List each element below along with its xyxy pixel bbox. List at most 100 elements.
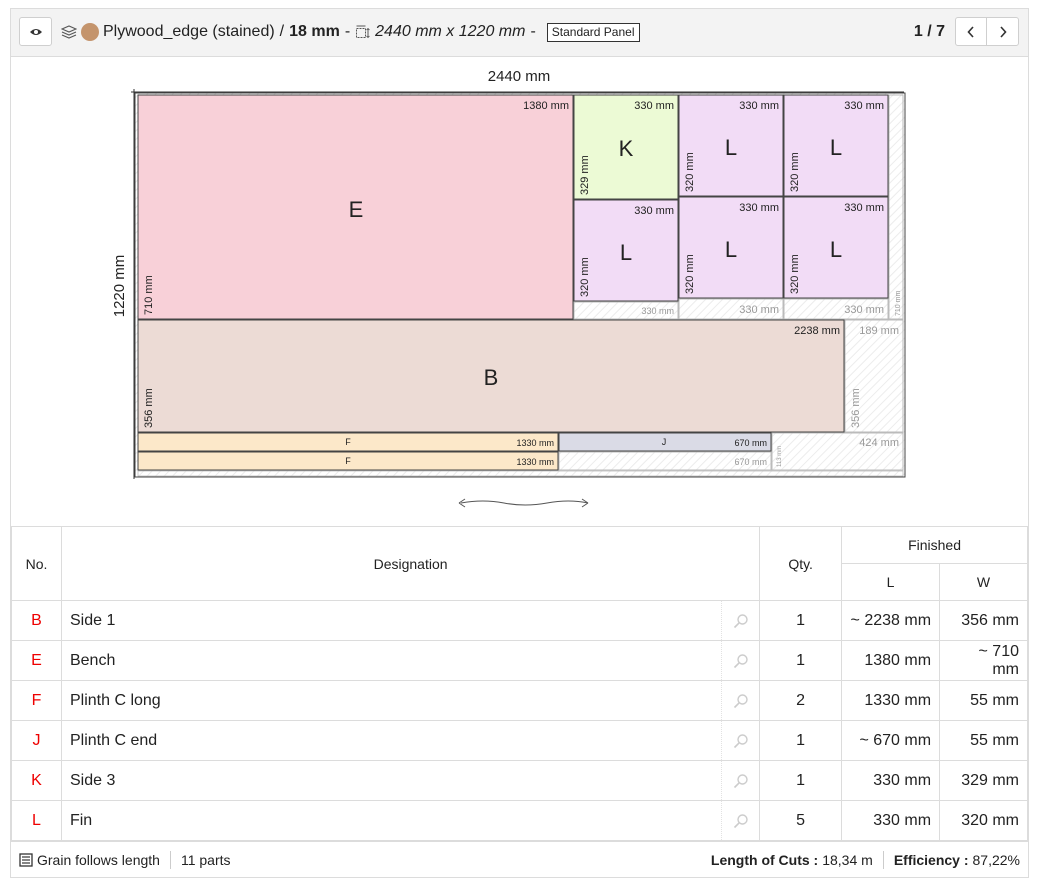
part-width-label: 320 mm [684, 152, 696, 192]
part-length-label: 330 mm [739, 100, 779, 112]
highlight-part-button[interactable] [721, 641, 759, 680]
cuts-length-value: 18,34 m [822, 851, 873, 868]
part-label: K [619, 136, 634, 161]
part-width: 356 mm [939, 600, 1028, 641]
part-length: ~ 2238 mm [841, 600, 941, 641]
part-width-label: 320 mm [789, 152, 801, 192]
offcut-length-label: 330 mm [739, 304, 779, 316]
search-icon [733, 613, 748, 628]
part-designation-cell: Side 3 [60, 760, 761, 801]
part-designation-cell: Plinth C end [60, 720, 761, 761]
table-row[interactable]: B Side 1 1 ~ 2238 mm 356 mm [11, 600, 1028, 641]
table-row[interactable]: E Bench 1 1380 mm ~ 710 mm [11, 640, 1028, 681]
efficiency-value: 87,22% [972, 851, 1020, 868]
offcut [137, 470, 904, 477]
part-length-label: 2238 mm [794, 325, 840, 337]
part-length-label: 1330 mm [516, 438, 554, 448]
part-designation: Side 1 [69, 611, 116, 629]
part-designation: Fin [69, 811, 93, 829]
parts-count: 11 parts [180, 851, 231, 868]
part-number: J [11, 720, 62, 761]
offcut-width-label: 710 mm [895, 291, 902, 316]
offcut-length-label: 330 mm [641, 306, 674, 316]
part-width-label: 320 mm [684, 254, 696, 294]
part-width-label: 320 mm [789, 254, 801, 294]
part-designation: Plinth C end [69, 731, 158, 749]
part-designation: Side 3 [69, 771, 116, 789]
panel-footer: Grain follows length 11 parts Length of … [11, 841, 1028, 877]
table-row[interactable]: F Plinth C long 2 1330 mm 55 mm [11, 680, 1028, 721]
part-width-label: 320 mm [579, 257, 591, 297]
cutting-diagram-panel: Plywood_edge (stained) / 18 mm - 2440 mm… [10, 8, 1029, 878]
highlight-part-button[interactable] [721, 721, 759, 760]
part-length-label: 330 mm [844, 202, 884, 214]
part-label: E [349, 197, 364, 222]
part-designation-cell: Plinth C long [60, 680, 761, 721]
part-label: F [345, 456, 351, 466]
part-length-label: 330 mm [844, 100, 884, 112]
part-width: 329 mm [939, 760, 1028, 801]
offcut-length-label: 424 mm [859, 437, 899, 449]
part-label: L [620, 240, 632, 265]
part-length: 330 mm [841, 760, 941, 801]
search-icon [733, 813, 748, 828]
col-header-finished: Finished [841, 526, 1028, 564]
offcut-length-label: 189 mm [859, 325, 899, 337]
part-length-label: 1330 mm [516, 457, 554, 467]
part-length: 1330 mm [841, 680, 941, 721]
col-header-length: L [841, 563, 941, 601]
highlight-part-button[interactable] [721, 601, 759, 640]
cuts-length-label: Length of Cuts : [710, 851, 819, 868]
part-length-label: 670 mm [734, 438, 767, 448]
part-length: 1380 mm [841, 640, 941, 681]
part-label: L [725, 237, 737, 262]
efficiency-label: Efficiency : [893, 851, 969, 868]
part-qty: 5 [759, 800, 843, 841]
highlight-part-button[interactable] [721, 801, 759, 840]
part-number: B [11, 600, 62, 641]
footer-divider [169, 850, 171, 869]
part-length: 330 mm [841, 800, 941, 841]
part-length-label: 1380 mm [523, 100, 569, 112]
highlight-part-button[interactable] [721, 761, 759, 800]
offcut-length-label: 330 mm [844, 304, 884, 316]
offcut-width-label: 356 mm [850, 388, 862, 428]
part-label: J [662, 437, 667, 447]
table-row[interactable]: J Plinth C end 1 ~ 670 mm 55 mm [11, 720, 1028, 761]
part-width: ~ 710 mm [939, 640, 1028, 681]
grain-direction-text: Grain follows length [37, 851, 160, 868]
part-label: L [725, 135, 737, 160]
search-icon [733, 653, 748, 668]
part-number: L [11, 800, 62, 841]
part-length-label: 330 mm [739, 202, 779, 214]
part-width-label: 329 mm [579, 155, 591, 195]
offcut [888, 94, 904, 320]
part-label: F [345, 437, 351, 447]
part-qty: 2 [759, 680, 843, 721]
part-number: E [11, 640, 62, 681]
parts-table: No. Designation Qty. Finished L W B Side… [11, 526, 1028, 841]
grain-direction-icon [458, 498, 589, 508]
part-width-label: 356 mm [143, 388, 155, 428]
part-label: L [830, 135, 842, 160]
part-number: K [11, 760, 62, 801]
search-icon [733, 733, 748, 748]
part-designation: Plinth C long [69, 691, 161, 709]
col-header-qty: Qty. [759, 526, 843, 601]
board-height-label: 1220 mm [111, 255, 128, 318]
part-designation: Bench [69, 651, 116, 669]
col-header-width: W [939, 563, 1028, 601]
table-row[interactable]: L Fin 5 330 mm 320 mm [11, 800, 1028, 841]
table-row[interactable]: K Side 3 1 330 mm 329 mm [11, 760, 1028, 801]
grain-list-icon [19, 852, 33, 867]
highlight-part-button[interactable] [721, 681, 759, 720]
part-width: 55 mm [939, 720, 1028, 761]
part-label: L [830, 237, 842, 262]
part-designation-cell: Side 1 [60, 600, 761, 641]
search-icon [733, 773, 748, 788]
part-qty: 1 [759, 720, 843, 761]
part-qty: 1 [759, 600, 843, 641]
part-length-label: 330 mm [634, 100, 674, 112]
search-icon [733, 693, 748, 708]
part-length-label: 330 mm [634, 205, 674, 217]
